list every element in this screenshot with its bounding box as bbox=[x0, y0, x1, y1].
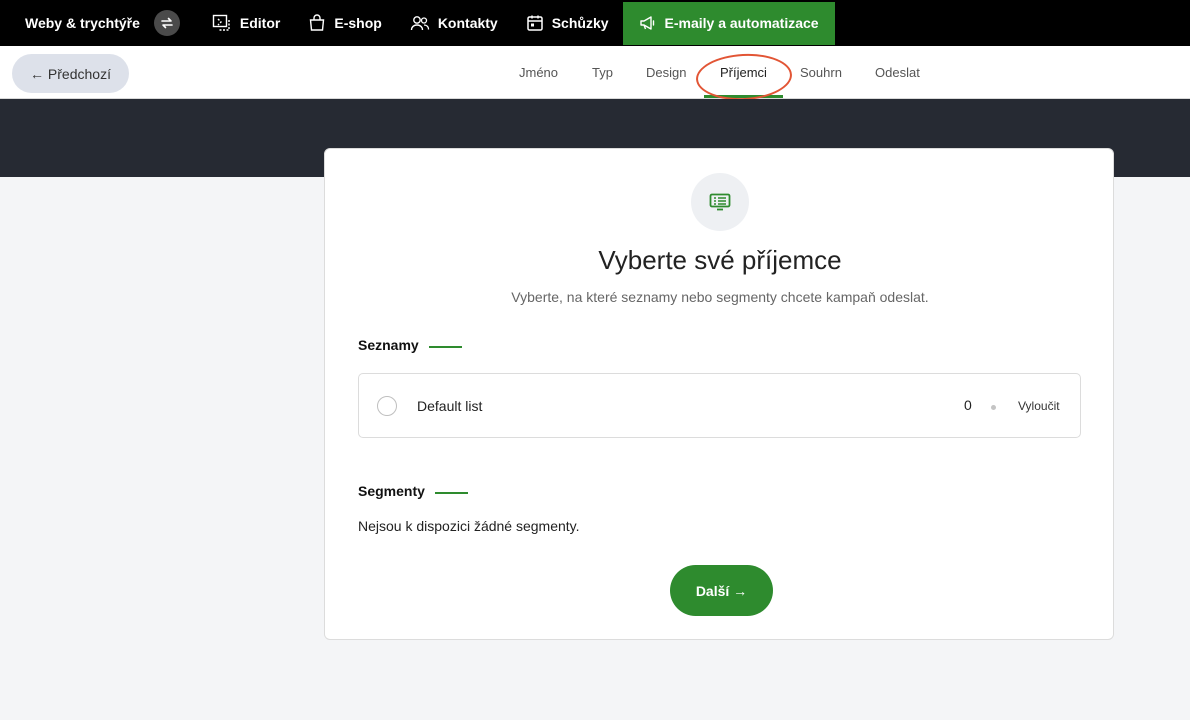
step-recipients[interactable]: Příjemci bbox=[704, 46, 783, 98]
contacts-icon bbox=[410, 16, 429, 31]
step-design[interactable]: Design bbox=[646, 46, 686, 98]
nav-item-label: E-shop bbox=[334, 15, 382, 31]
wizard-steps: Jméno Typ Design Příjemci Souhrn Odeslat bbox=[0, 46, 1190, 98]
recipients-icon-badge bbox=[691, 173, 749, 231]
step-name[interactable]: Jméno bbox=[519, 46, 558, 98]
next-button[interactable]: Další → bbox=[670, 565, 773, 616]
heading-underline bbox=[434, 492, 468, 494]
heading-underline bbox=[428, 346, 462, 348]
lists-heading-label: Seznamy bbox=[358, 337, 419, 353]
brand-label: Weby & trychtýře bbox=[25, 15, 140, 31]
list-radio[interactable] bbox=[377, 396, 397, 416]
segments-heading: Segmenty bbox=[358, 483, 468, 499]
nav-item-meetings[interactable]: Schůzky bbox=[512, 2, 623, 45]
list-item[interactable]: Default list 0 Vyloučit bbox=[358, 373, 1081, 438]
list-screen-icon bbox=[709, 193, 731, 211]
nav-item-emails-automation[interactable]: E-maily a automatizace bbox=[622, 1, 835, 45]
step-type[interactable]: Typ bbox=[592, 46, 613, 98]
calendar-icon bbox=[526, 15, 543, 31]
separator-dot bbox=[991, 405, 996, 410]
page-title: Vyberte své příjemce bbox=[598, 245, 842, 275]
nav-item-label: Editor bbox=[239, 15, 281, 31]
megaphone-icon bbox=[639, 16, 654, 30]
segments-empty-message: Nejsou k dispozici žádné segmenty. bbox=[358, 518, 580, 534]
exclude-button[interactable]: Vyloučit bbox=[1018, 399, 1060, 413]
segments-heading-label: Segmenty bbox=[358, 483, 425, 499]
nav-item-label: E-maily a automatizace bbox=[664, 15, 819, 31]
recipients-card: Vyberte své příjemce Vyberte, na které s… bbox=[324, 148, 1114, 640]
top-navigation: Weby & trychtýře Editor E-shop Kontakty … bbox=[0, 0, 1190, 46]
list-name: Default list bbox=[417, 398, 483, 414]
nav-item-label: Kontakty bbox=[437, 15, 498, 31]
nav-item-eshop[interactable]: E-shop bbox=[294, 2, 395, 45]
swap-icon[interactable] bbox=[153, 10, 180, 36]
nav-item-contacts[interactable]: Kontakty bbox=[396, 2, 512, 45]
editor-icon bbox=[212, 14, 230, 31]
list-count: 0 bbox=[964, 397, 972, 413]
nav-item-label: Schůzky bbox=[551, 15, 609, 31]
step-send[interactable]: Odeslat bbox=[875, 46, 920, 98]
lists-heading: Seznamy bbox=[358, 337, 462, 353]
wizard-step-bar: ← Předchozí Jméno Typ Design Příjemci So… bbox=[0, 46, 1190, 99]
page-subtitle: Vyberte, na které seznamy nebo segmenty … bbox=[511, 289, 929, 305]
nav-item-editor[interactable]: Editor bbox=[198, 2, 294, 45]
brand-menu[interactable]: Weby & trychtýře bbox=[0, 0, 180, 46]
step-summary[interactable]: Souhrn bbox=[800, 46, 842, 98]
shopping-bag-icon bbox=[310, 14, 325, 31]
